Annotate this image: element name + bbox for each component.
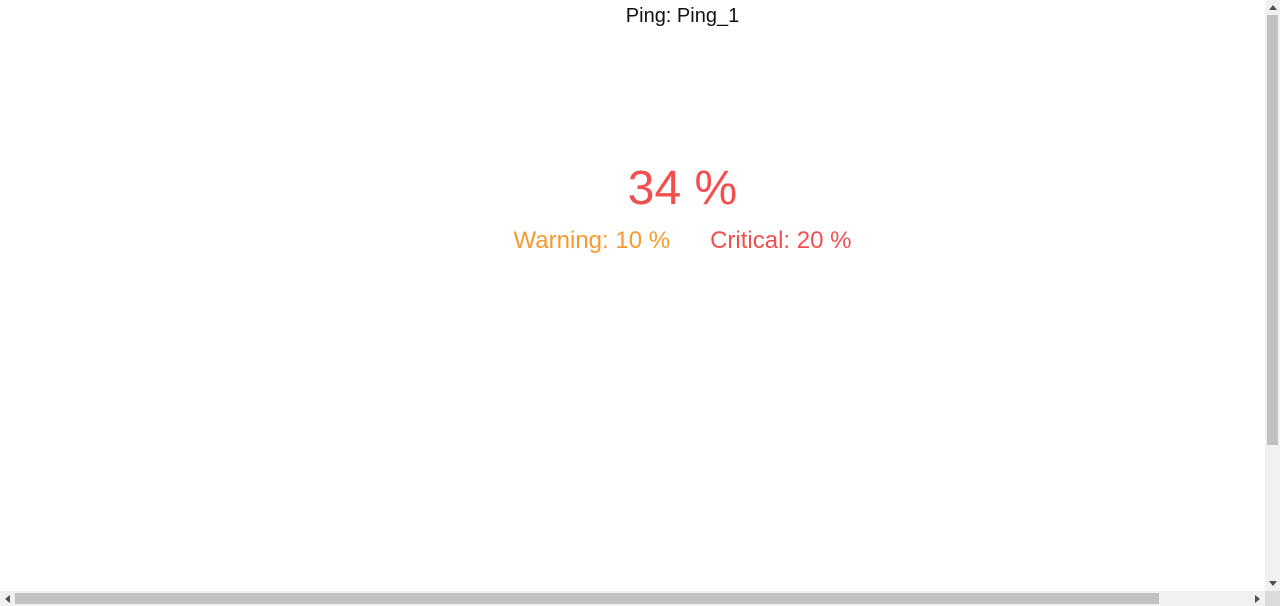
page-title: Ping: Ping_1 xyxy=(625,5,740,27)
scrollbar-corner xyxy=(1265,591,1280,606)
chevron-left-icon[interactable] xyxy=(5,595,10,603)
critical-threshold: Critical: 20 % xyxy=(710,227,852,254)
warning-threshold: Warning: 10 % xyxy=(513,227,671,254)
horizontal-scroll-thumb[interactable] xyxy=(15,593,1159,604)
metric-value: 34 % xyxy=(627,162,738,215)
vertical-scroll-thumb[interactable] xyxy=(1267,15,1278,445)
vertical-scrollbar[interactable] xyxy=(1265,0,1280,591)
page-viewport: Ping: Ping_1 34 % Warning: 10 % Critical… xyxy=(0,0,1265,591)
chevron-right-icon[interactable] xyxy=(1255,595,1260,603)
horizontal-scrollbar[interactable] xyxy=(0,591,1265,606)
chevron-down-icon[interactable] xyxy=(1269,581,1277,586)
thresholds-row: Warning: 10 % Critical: 20 % xyxy=(0,226,1265,256)
chevron-up-icon[interactable] xyxy=(1269,5,1277,10)
